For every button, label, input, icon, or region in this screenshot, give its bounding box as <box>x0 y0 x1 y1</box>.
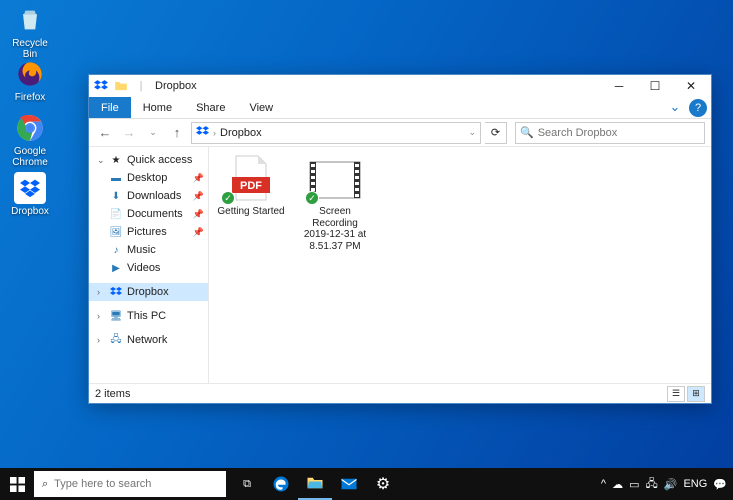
maximize-button[interactable]: ☐ <box>637 76 673 96</box>
tray-volume-icon[interactable]: 🔊 <box>664 478 678 491</box>
tab-view[interactable]: View <box>237 97 285 118</box>
titlebar[interactable]: | Dropbox ─ ☐ ✕ <box>89 75 711 97</box>
dropbox-icon <box>196 125 209 141</box>
nav-pane: ⌄★Quick access ▬Desktop📌 ⬇Downloads📌 📄Do… <box>89 147 209 383</box>
nav-dropbox[interactable]: ›Dropbox <box>89 283 208 301</box>
status-text: 2 items <box>95 388 130 400</box>
nav-pictures[interactable]: 🖼Pictures📌 <box>89 223 208 241</box>
sync-ok-icon: ✓ <box>221 191 235 205</box>
content-area[interactable]: PDF ✓ Getting Started ✓ Screen Recording… <box>209 147 711 383</box>
ribbon: File Home Share View ⌄ ? <box>89 97 711 119</box>
pin-icon: 📌 <box>193 173 204 184</box>
back-button[interactable]: ← <box>95 123 115 143</box>
dropbox-icon <box>14 172 46 204</box>
tab-home[interactable]: Home <box>131 97 184 118</box>
search-icon: ⌕ <box>42 478 48 491</box>
nav-documents[interactable]: 📄Documents📌 <box>89 205 208 223</box>
folder-icon <box>113 78 129 94</box>
taskbar-search-input[interactable] <box>54 478 218 490</box>
taskbar: ⌕ ⧉ ⚙ ^ ☁ ▭ 🖧 🔊 ENG 💬 <box>0 468 733 500</box>
tray-onedrive-icon[interactable]: ☁ <box>612 478 623 491</box>
chrome-icon <box>14 112 46 144</box>
file-item-video[interactable]: ✓ Screen Recording 2019-12-31 at 8.51.37… <box>301 155 369 252</box>
sync-ok-icon: ✓ <box>305 191 319 205</box>
pin-icon: 📌 <box>193 209 204 220</box>
search-input[interactable] <box>538 127 700 139</box>
file-name: Screen Recording 2019-12-31 at 8.51.37 P… <box>301 206 369 252</box>
nav-network[interactable]: ›🖧Network <box>89 331 208 349</box>
tray-language[interactable]: ENG <box>683 478 707 490</box>
file-item-pdf[interactable]: PDF ✓ Getting Started <box>217 155 285 218</box>
pdf-icon: PDF ✓ <box>225 155 277 203</box>
nav-downloads[interactable]: ⬇Downloads📌 <box>89 187 208 205</box>
qat-divider: | <box>133 78 149 94</box>
video-icon: ✓ <box>309 155 361 203</box>
start-button[interactable] <box>0 468 34 500</box>
window-title: Dropbox <box>151 80 601 92</box>
chevron-down-icon: ⌄ <box>97 155 105 166</box>
recent-dropdown-icon[interactable]: ⌄ <box>143 123 163 143</box>
dropbox-icon <box>109 285 123 299</box>
desktop-icon: ▬ <box>109 171 123 185</box>
pin-icon: 📌 <box>193 191 204 202</box>
help-button[interactable]: ? <box>689 99 707 117</box>
nav-music[interactable]: ♪Music <box>89 241 208 259</box>
tab-share[interactable]: Share <box>184 97 237 118</box>
pictures-icon: 🖼 <box>109 225 123 239</box>
chevron-right-icon: › <box>97 287 105 297</box>
taskbar-explorer[interactable] <box>298 468 332 500</box>
nav-row: ← → ⌄ ↑ › Dropbox ⌄ ⟳ 🔍 <box>89 119 711 147</box>
taskbar-edge[interactable] <box>264 468 298 500</box>
address-dropdown-icon[interactable]: ⌄ <box>468 127 476 138</box>
file-name: Getting Started <box>217 206 285 218</box>
music-icon: ♪ <box>109 243 123 257</box>
nav-desktop[interactable]: ▬Desktop📌 <box>89 169 208 187</box>
view-icons-button[interactable]: ⊞ <box>687 386 705 402</box>
forward-button[interactable]: → <box>119 123 139 143</box>
tray-battery-icon[interactable]: ▭ <box>629 478 639 491</box>
tray-network-icon[interactable]: 🖧 <box>645 475 657 494</box>
nav-videos[interactable]: ▶Videos <box>89 259 208 277</box>
ribbon-expand-icon[interactable]: ⌄ <box>665 97 685 117</box>
videos-icon: ▶ <box>109 261 123 275</box>
system-tray: ^ ☁ ▭ 🖧 🔊 ENG 💬 <box>595 475 733 494</box>
taskbar-mail[interactable] <box>332 468 366 500</box>
dropbox-icon <box>93 78 109 94</box>
explorer-window: | Dropbox ─ ☐ ✕ File Home Share View ⌄ ?… <box>88 74 712 404</box>
desktop-icon-chrome[interactable]: Google Chrome <box>4 112 56 168</box>
firefox-icon <box>14 58 46 90</box>
network-icon: 🖧 <box>109 333 123 347</box>
view-details-button[interactable]: ☰ <box>667 386 685 402</box>
address-location: Dropbox <box>220 127 262 139</box>
search-box[interactable]: 🔍 <box>515 122 705 144</box>
search-icon: 🔍 <box>520 126 534 139</box>
downloads-icon: ⬇ <box>109 189 123 203</box>
desktop-icon-firefox[interactable]: Firefox <box>4 58 56 103</box>
address-bar[interactable]: › Dropbox ⌄ <box>191 122 481 144</box>
tab-file[interactable]: File <box>89 97 131 118</box>
pin-icon: 📌 <box>193 227 204 238</box>
refresh-button[interactable]: ⟳ <box>485 122 507 144</box>
pc-icon: 🖥 <box>109 309 123 323</box>
tray-chevron-icon[interactable]: ^ <box>601 478 606 490</box>
taskbar-search[interactable]: ⌕ <box>34 471 226 497</box>
nav-quick-access[interactable]: ⌄★Quick access <box>89 151 208 169</box>
up-button[interactable]: ↑ <box>167 123 187 143</box>
star-icon: ★ <box>109 153 123 167</box>
chevron-right-icon: › <box>213 128 216 138</box>
status-bar: 2 items ☰ ⊞ <box>89 383 711 403</box>
recycle-bin-icon <box>14 4 46 36</box>
documents-icon: 📄 <box>109 207 123 221</box>
chevron-right-icon: › <box>97 335 105 345</box>
task-view-button[interactable]: ⧉ <box>230 468 264 500</box>
desktop-icon-recycle-bin[interactable]: Recycle Bin <box>4 4 56 60</box>
svg-text:PDF: PDF <box>240 180 262 192</box>
nav-this-pc[interactable]: ›🖥This PC <box>89 307 208 325</box>
close-button[interactable]: ✕ <box>673 76 709 96</box>
taskbar-settings[interactable]: ⚙ <box>366 468 400 500</box>
chevron-right-icon: › <box>97 311 105 321</box>
desktop-icon-dropbox[interactable]: Dropbox <box>4 172 56 217</box>
tray-notifications-icon[interactable]: 💬 <box>713 478 727 491</box>
minimize-button[interactable]: ─ <box>601 76 637 96</box>
